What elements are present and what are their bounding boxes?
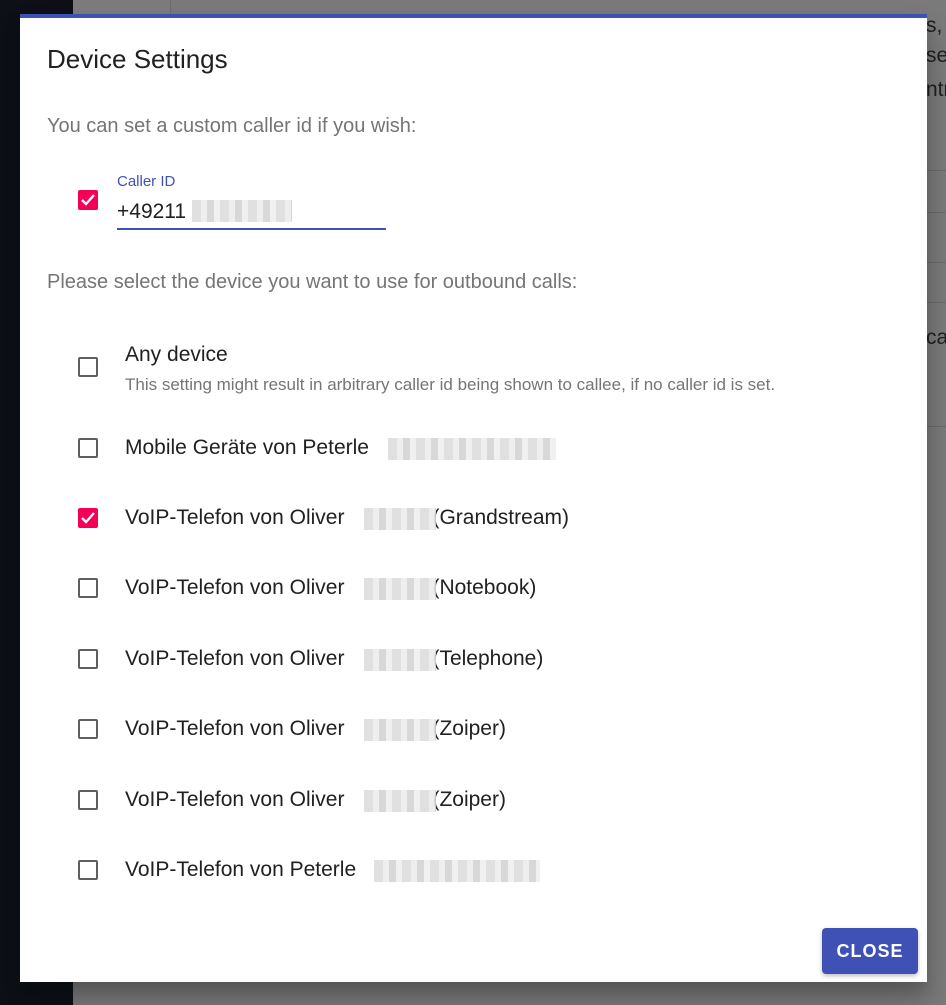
- redacted-name: [364, 790, 436, 812]
- check-icon: [81, 512, 95, 524]
- caller-id-label: Caller ID: [117, 173, 176, 190]
- device-checkbox[interactable]: [78, 438, 98, 458]
- device-checkbox[interactable]: [78, 508, 98, 528]
- redacted-name: [364, 719, 436, 741]
- background-divider: [926, 426, 946, 427]
- device-checkbox[interactable]: [78, 578, 98, 598]
- device-settings-dialog: Device Settings You can set a custom cal…: [20, 14, 927, 982]
- device-description: This setting might result in arbitrary c…: [125, 375, 776, 394]
- device-checkbox[interactable]: [78, 649, 98, 669]
- devices-prompt: Please select the device you want to use…: [47, 271, 578, 293]
- caller-id-intro: You can set a custom caller id if you wi…: [47, 115, 417, 137]
- background-text: set: [926, 44, 946, 67]
- device-label: VoIP-Telefon von Oliver (Notebook): [125, 576, 537, 599]
- background-text: car: [926, 326, 946, 349]
- device-label: VoIP-Telefon von Oliver (Zoiper): [125, 788, 506, 811]
- dialog-title: Device Settings: [47, 44, 228, 74]
- device-checkbox[interactable]: [78, 790, 98, 810]
- background-divider: [926, 212, 946, 213]
- background-divider: [926, 302, 946, 303]
- background-text: ntr: [926, 78, 946, 101]
- background-divider: [926, 170, 946, 171]
- device-checkbox[interactable]: [78, 357, 98, 377]
- device-checkbox[interactable]: [78, 719, 98, 739]
- device-label: Mobile Geräte von Peterle: [125, 436, 369, 459]
- redacted-name: [374, 860, 540, 882]
- close-button[interactable]: CLOSE: [822, 928, 918, 974]
- device-label: VoIP-Telefon von Oliver (Zoiper): [125, 717, 506, 740]
- redacted-number: [192, 200, 292, 222]
- redacted-name: [364, 649, 436, 671]
- background-divider: [926, 262, 946, 263]
- device-label: VoIP-Telefon von Oliver (Telephone): [125, 647, 544, 670]
- redacted-name: [364, 508, 436, 530]
- app-header-strip: [73, 0, 171, 14]
- device-label: VoIP-Telefon von Oliver (Grandstream): [125, 506, 569, 529]
- device-label: VoIP-Telefon von Peterle: [125, 858, 357, 881]
- check-icon: [81, 194, 95, 206]
- device-checkbox[interactable]: [78, 860, 98, 880]
- background-text: s,: [926, 14, 943, 37]
- redacted-name: [364, 578, 436, 600]
- caller-id-checkbox[interactable]: [78, 190, 98, 210]
- device-label: Any device: [125, 343, 228, 366]
- redacted-name: [388, 438, 556, 460]
